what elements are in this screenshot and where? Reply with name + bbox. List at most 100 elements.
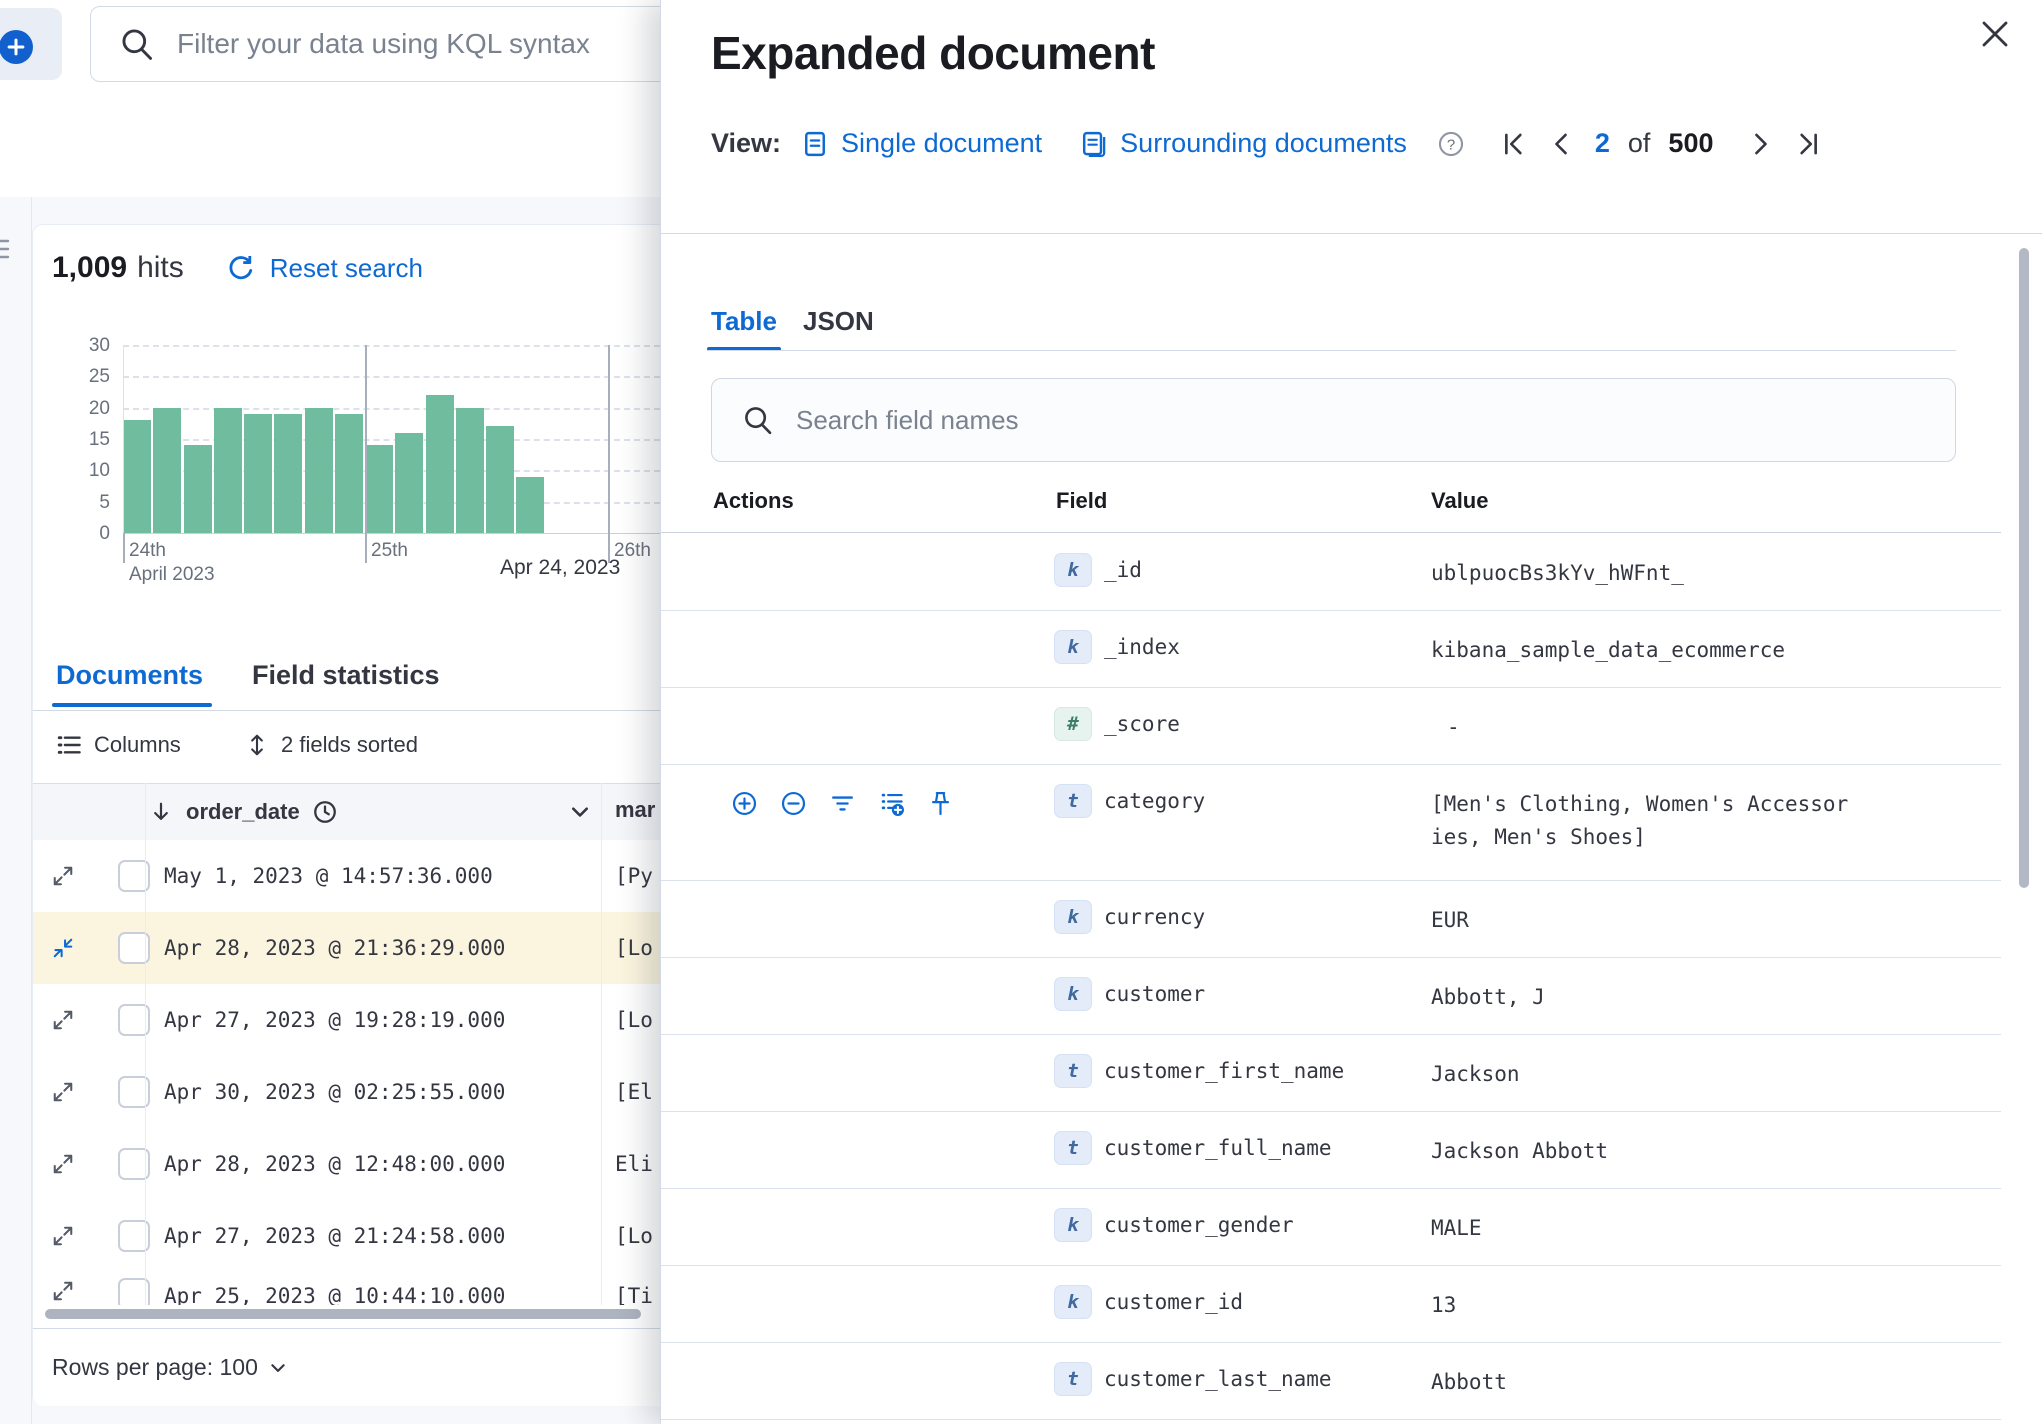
- field-row-customer-full-name[interactable]: t customer_full_name Jackson Abbott: [661, 1111, 2001, 1189]
- view-label: View:: [711, 128, 782, 158]
- first-page-icon[interactable]: [1499, 130, 1527, 158]
- expand-document-icon[interactable]: [52, 1225, 74, 1247]
- keyword-type-badge: k: [1054, 977, 1092, 1011]
- current-page-number[interactable]: 2: [1595, 128, 1610, 159]
- keyword-type-badge: k: [1054, 1208, 1092, 1242]
- document-icon: [805, 131, 826, 156]
- collapsed-panel-icon-fragment[interactable]: [0, 236, 12, 262]
- help-icon[interactable]: ?: [1437, 130, 1465, 158]
- field-row-category[interactable]: t category [Men's Clothing, Women's Acces…: [661, 764, 2001, 881]
- row-date: Apr 28, 2023 @ 12:48:00.000: [164, 1152, 506, 1176]
- doc-row[interactable]: Apr 27, 2023 @ 19:28:19.000 [Lo: [33, 984, 673, 1057]
- column-actions-chevron[interactable]: [568, 800, 592, 824]
- column-separator: [145, 783, 146, 1305]
- single-document-label: Single document: [841, 128, 1043, 158]
- field-name: customer_id: [1104, 1290, 1244, 1314]
- row-value: [Lo: [615, 1008, 653, 1032]
- field-name: _score: [1104, 712, 1180, 736]
- field-value: EUR: [1431, 908, 1469, 932]
- keyword-type-badge: k: [1054, 900, 1092, 934]
- svg-text:?: ?: [1447, 136, 1455, 153]
- row-date: May 1, 2023 @ 14:57:36.000: [164, 864, 493, 888]
- field-value: Abbott, J: [1431, 985, 1545, 1009]
- field-row-currency[interactable]: k currency EUR: [661, 880, 2001, 958]
- doc-row[interactable]: May 1, 2023 @ 14:57:36.000 [Py: [33, 840, 673, 913]
- expand-document-icon[interactable]: [52, 1009, 74, 1031]
- hits-label: hits: [137, 251, 184, 284]
- field-row-customer-last-name[interactable]: t customer_last_name Abbott: [661, 1342, 2001, 1420]
- field-name: customer_first_name: [1104, 1059, 1345, 1083]
- doc-row[interactable]: Apr 27, 2023 @ 21:24:58.000 [Lo: [33, 1200, 673, 1273]
- field-row-customer-id[interactable]: k customer_id 13: [661, 1265, 2001, 1343]
- field-value: [Men's Clothing, Women's Accessories, Me…: [1431, 792, 1849, 849]
- expand-document-icon[interactable]: [52, 1153, 74, 1175]
- field-row-score[interactable]: # _score -: [661, 687, 2001, 765]
- add-filter-button[interactable]: [0, 30, 33, 64]
- hits-header: 1,009 hits Reset search: [52, 248, 423, 288]
- row-value: Eli: [615, 1152, 653, 1176]
- text-type-badge: t: [1054, 784, 1092, 818]
- reset-search-link[interactable]: Reset search: [270, 253, 423, 284]
- keyword-type-badge: k: [1054, 630, 1092, 664]
- columns-button[interactable]: Columns: [56, 732, 181, 758]
- refresh-icon[interactable]: [226, 253, 256, 283]
- field-value: 13: [1431, 1293, 1457, 1317]
- sort-fields-button[interactable]: 2 fields sorted: [245, 732, 418, 758]
- close-icon[interactable]: [1979, 18, 2011, 50]
- tab-json[interactable]: JSON: [803, 306, 874, 337]
- order-date-column-header[interactable]: order_date: [150, 783, 338, 840]
- tab-documents[interactable]: Documents: [56, 660, 203, 691]
- table-footer: Rows per page: 100: [33, 1328, 673, 1406]
- field-row-index[interactable]: k _index kibana_sample_data_ecommerce: [661, 610, 2001, 688]
- sort-desc-icon: [154, 802, 168, 820]
- toggle-column-icon[interactable]: [878, 790, 905, 817]
- collapse-document-icon[interactable]: [52, 937, 74, 959]
- rows-per-page-button[interactable]: Rows per page: 100: [52, 1354, 288, 1381]
- expand-document-icon[interactable]: [52, 1280, 74, 1302]
- field-search-placeholder: Search field names: [796, 404, 1019, 435]
- sorted-fields-label: 2 fields sorted: [281, 732, 418, 757]
- surrounding-documents-label: Surrounding documents: [1120, 128, 1407, 158]
- tab-table[interactable]: Table: [711, 306, 777, 337]
- doc-row-selected[interactable]: Apr 28, 2023 @ 21:36:29.000 [Lo: [33, 912, 673, 985]
- doc-row-clipped[interactable]: Apr 25, 2023 @ 10:44:10.000 [Ti: [33, 1272, 673, 1305]
- flyout-tabs-border: [707, 350, 1956, 351]
- row-value: [Py: [615, 864, 653, 888]
- doc-row[interactable]: Apr 28, 2023 @ 12:48:00.000 Eli: [33, 1128, 673, 1201]
- field-row-id[interactable]: k _id ublpuocBs3kYv_hWFnt_: [661, 533, 2001, 611]
- filter-for-value-icon[interactable]: [731, 790, 758, 817]
- field-search-input[interactable]: Search field names: [711, 378, 1956, 462]
- flyout-title: Expanded document: [711, 27, 1155, 79]
- columns-label: Columns: [94, 732, 181, 757]
- horizontal-scrollbar[interactable]: [45, 1309, 641, 1319]
- next-page-icon[interactable]: [1747, 130, 1775, 158]
- previous-page-icon[interactable]: [1547, 130, 1575, 158]
- row-date: Apr 27, 2023 @ 19:28:19.000: [164, 1008, 506, 1032]
- last-page-icon[interactable]: [1795, 130, 1823, 158]
- row-date: Apr 30, 2023 @ 02:25:55.000: [164, 1080, 506, 1104]
- doc-row[interactable]: Apr 30, 2023 @ 02:25:55.000 [El: [33, 1056, 673, 1129]
- pin-icon[interactable]: [927, 790, 954, 817]
- col-header-value: Value: [1431, 488, 1489, 513]
- manufacturer-column-header[interactable]: mar: [615, 797, 655, 823]
- keyword-type-badge: k: [1054, 553, 1092, 587]
- rows-per-page-label: Rows per page: 100: [52, 1354, 258, 1380]
- field-row-customer-gender[interactable]: k customer_gender MALE: [661, 1188, 2001, 1266]
- field-row-customer-first-name[interactable]: t customer_first_name Jackson: [661, 1034, 2001, 1112]
- surrounding-documents-link[interactable]: Surrounding documents: [1080, 128, 1407, 159]
- field-name: category: [1104, 789, 1206, 813]
- filter-out-value-icon[interactable]: [780, 790, 807, 817]
- vertical-scrollbar[interactable]: [2019, 248, 2029, 888]
- field-value: Jackson Abbott: [1431, 1139, 1609, 1163]
- field-row-customer[interactable]: k customer Abbott, J: [661, 957, 2001, 1035]
- filter-icon[interactable]: [829, 790, 856, 817]
- expand-document-icon[interactable]: [52, 865, 74, 887]
- tab-field-statistics[interactable]: Field statistics: [252, 660, 440, 691]
- search-icon: [122, 29, 152, 60]
- hits-count: 1,009: [52, 251, 128, 284]
- expand-document-icon[interactable]: [52, 1081, 74, 1103]
- single-document-link[interactable]: Single document: [801, 128, 1042, 159]
- kql-search-input[interactable]: Filter your data using KQL syntax: [90, 6, 690, 82]
- field-value: Jackson: [1431, 1062, 1520, 1086]
- number-type-badge: #: [1054, 707, 1092, 741]
